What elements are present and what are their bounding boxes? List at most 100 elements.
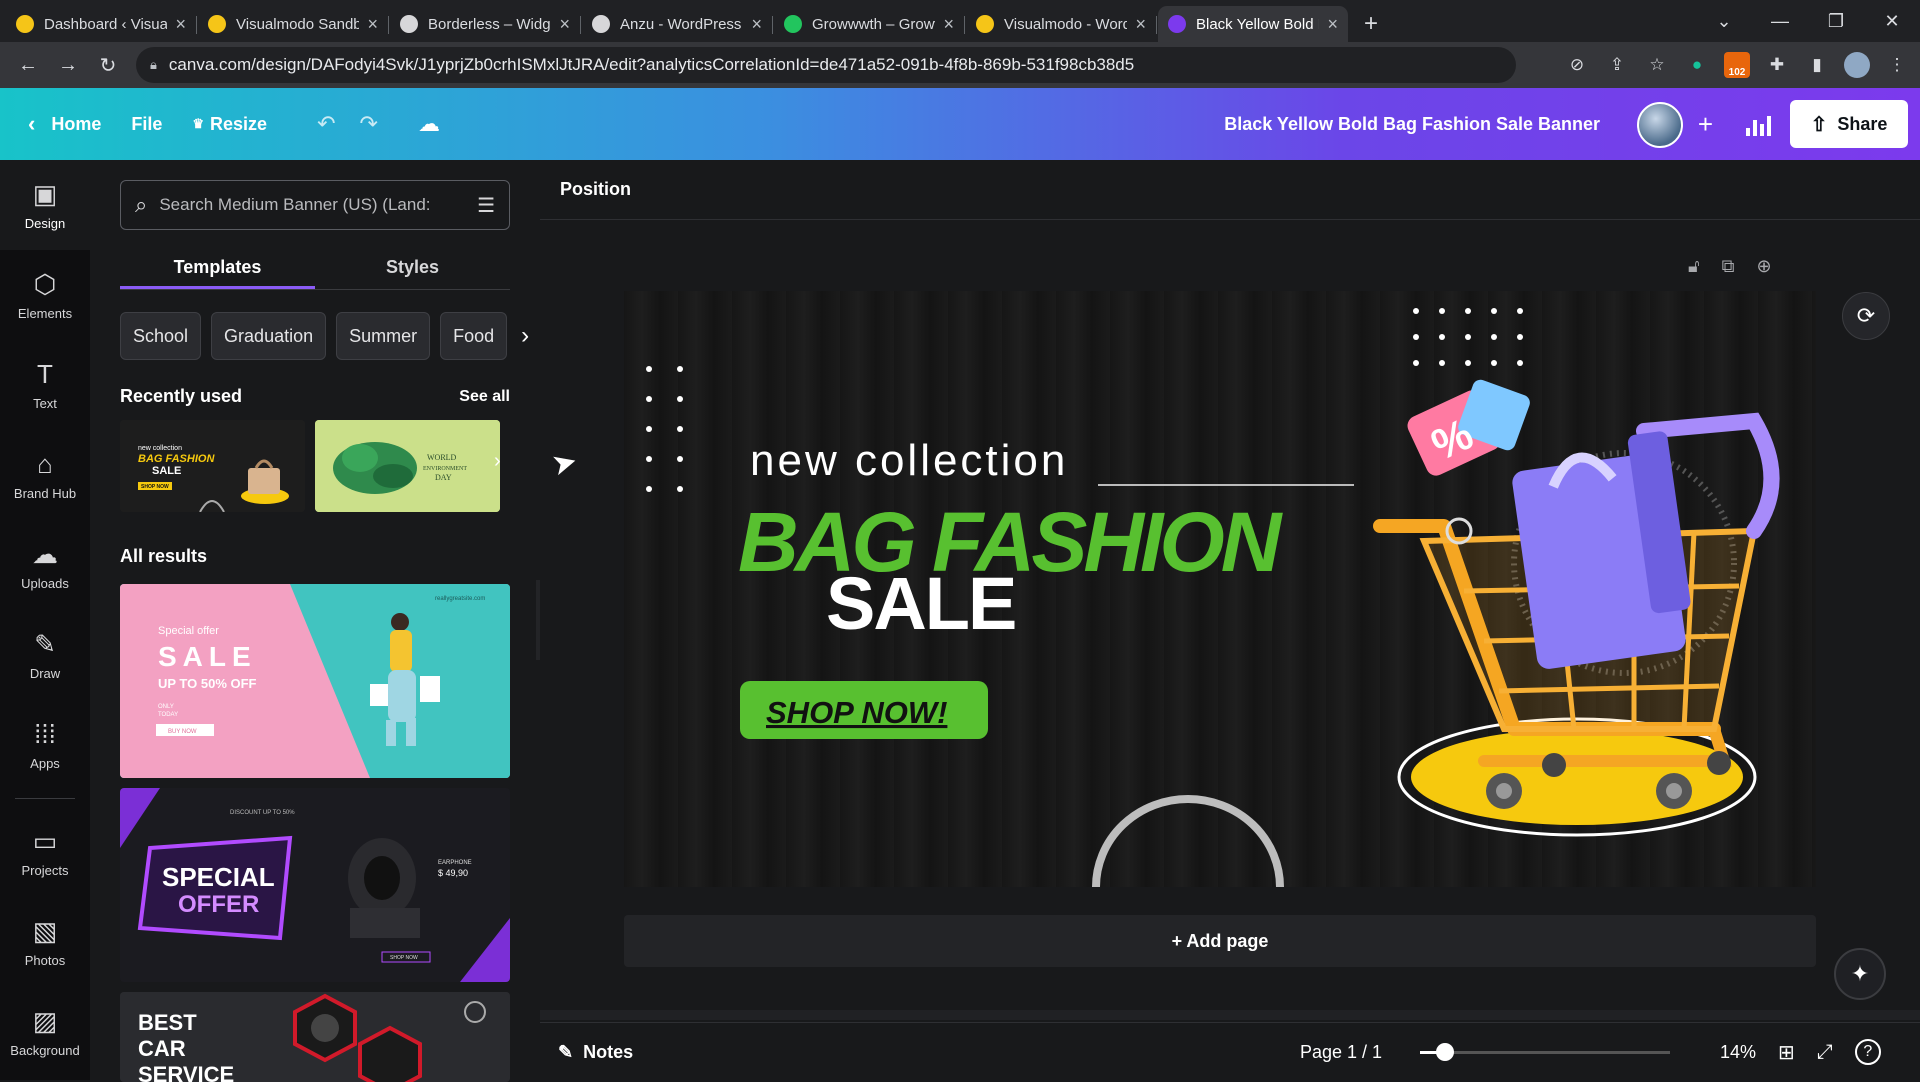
help-icon[interactable]: ? — [1854, 1039, 1881, 1065]
tab-close-icon[interactable]: × — [943, 14, 954, 35]
filter-icon[interactable]: ☰ — [477, 193, 495, 218]
reload-icon[interactable]: ↻ — [88, 53, 128, 78]
chip-food[interactable]: Food — [440, 312, 508, 360]
chip-graduation[interactable]: Graduation — [211, 312, 327, 360]
tab-close-icon[interactable]: × — [751, 14, 762, 35]
profile-icon[interactable] — [1844, 52, 1870, 78]
tab-title: Black Yellow Bold Bag — [1196, 15, 1319, 33]
back-icon[interactable]: ← — [8, 54, 48, 77]
rail-item-brand-hub[interactable]: ⌂ Brand Hub — [0, 430, 90, 520]
home-button[interactable]: ‹ Home — [16, 104, 113, 144]
share-page-icon[interactable]: ⇪ — [1604, 52, 1630, 78]
browser-tab[interactable]: Anzu - WordPress the × — [582, 6, 773, 42]
grid-view-icon[interactable]: ⊞ — [1778, 1040, 1795, 1065]
tpl2-line2: OFFER — [178, 891, 259, 918]
page-indicator[interactable]: Page 1 / 1 — [1300, 1023, 1382, 1081]
tpl1-small1: ONLY — [158, 704, 174, 710]
tab-close-icon[interactable]: × — [175, 14, 186, 35]
banner-cta: SHOP NOW! — [766, 695, 947, 730]
browser-tab[interactable]: Growwwth – Growww × — [774, 6, 965, 42]
chevron-right-icon[interactable]: › — [521, 322, 529, 350]
redo-icon[interactable]: ↷ — [348, 111, 390, 137]
rail-label: Brand Hub — [13, 486, 77, 501]
template-special-offer[interactable]: DISCOUNT UP TO 50% SPECIAL OFFER EARPHON… — [120, 788, 510, 982]
add-page-icon[interactable]: ⊕ — [1757, 256, 1772, 277]
template-car-service[interactable]: BEST CAR SERVICE — [120, 992, 510, 1082]
share-button[interactable]: ⇧ Share — [1790, 100, 1908, 148]
rail-item-draw[interactable]: ✎ Draw — [0, 610, 90, 700]
rail-item-photos[interactable]: ▧ Photos — [0, 897, 90, 987]
side-panel-icon[interactable]: ▮ — [1804, 52, 1830, 78]
tab-styles[interactable]: Styles — [315, 248, 510, 289]
see-all-link[interactable]: See all — [459, 388, 510, 406]
horizontal-scrollbar[interactable] — [540, 1010, 1920, 1020]
rail-label: Background — [10, 1043, 80, 1058]
recent-template-bag-fashion[interactable]: new collection BAG FASHION SALE SHOP NOW — [120, 420, 305, 512]
zoom-slider[interactable] — [1420, 1043, 1670, 1061]
duplicate-page-icon[interactable]: ⧉ — [1722, 256, 1735, 277]
rail-label: Draw — [29, 666, 61, 681]
comment-add-icon[interactable]: ⟳ — [1842, 292, 1890, 340]
new-tab-icon[interactable]: + — [1356, 6, 1386, 42]
visualmodo-icon — [208, 15, 226, 33]
browser-tab[interactable]: Dashboard ‹ Visualmo × — [6, 6, 197, 42]
minimize-icon[interactable]: — — [1752, 11, 1808, 32]
rail-item-uploads[interactable]: ☁ Uploads — [0, 520, 90, 610]
rail-item-design[interactable]: ▣ Design — [0, 160, 90, 250]
add-page-button[interactable]: + Add page — [624, 915, 1816, 967]
chip-school[interactable]: School — [120, 312, 202, 360]
window-controls: ⌄ — ❐ ✕ — [1696, 0, 1920, 42]
avatar[interactable] — [1637, 102, 1683, 148]
extension-badge-icon[interactable]: 102 — [1724, 52, 1750, 78]
tab-close-icon[interactable]: × — [559, 14, 570, 35]
browser-tab[interactable]: Black Yellow Bold Bag × — [1158, 6, 1348, 42]
thumb1-btn: SHOP NOW — [141, 484, 169, 490]
template-sale-pink[interactable]: reallygreatsite.com Special offer SALE U… — [120, 584, 510, 778]
url-bar[interactable]: 🔒︎ canva.com/design/DAFodyi4Svk/J1yprjZb… — [136, 47, 1516, 83]
eye-off-icon[interactable]: ⊘ — [1564, 52, 1590, 78]
undo-icon[interactable]: ↶ — [305, 111, 347, 137]
design-canvas[interactable]: new collection BAG FASHION SALE SHOP NOW… — [624, 291, 1816, 887]
add-collaborator-icon[interactable]: + — [1698, 109, 1713, 140]
discount-tag-illustration: % — [1407, 379, 1530, 545]
rail-item-background[interactable]: ▨ Background — [0, 987, 90, 1077]
resize-button[interactable]: ♛ Resize — [180, 104, 279, 144]
zoom-slider-knob[interactable] — [1436, 1043, 1454, 1061]
rail-item-projects[interactable]: ▭ Projects — [0, 807, 90, 897]
position-button[interactable]: Position — [560, 179, 631, 200]
fullscreen-icon[interactable]: ⤢ — [1817, 1041, 1833, 1064]
url-text[interactable]: canva.com/design/DAFodyi4Svk/J1yprjZb0cr… — [169, 55, 1134, 75]
browser-tab[interactable]: Visualmodo - WordPr × — [966, 6, 1157, 42]
tab-templates[interactable]: Templates — [120, 248, 315, 289]
insights-chart-icon[interactable] — [1736, 102, 1780, 146]
bookmark-star-icon[interactable]: ☆ — [1644, 52, 1670, 78]
cloud-saved-icon[interactable]: ☁ — [406, 111, 452, 137]
browser-tab[interactable]: Visualmodo Sandbox × — [198, 6, 389, 42]
magic-sparkle-icon[interactable]: ✦ — [1834, 948, 1886, 1000]
rail-item-elements[interactable]: ⬡ Elements — [0, 250, 90, 340]
rail-item-apps[interactable]: ⁞⁞⁞ Apps — [0, 700, 90, 790]
tab-close-icon[interactable]: × — [367, 14, 378, 35]
grammarly-icon[interactable]: ● — [1684, 52, 1710, 78]
search-input[interactable] — [159, 195, 466, 215]
tpl2-kicker: DISCOUNT UP TO 50% — [230, 810, 295, 816]
recent-template-environment-day[interactable]: WORLD ENVIRONMENT DAY — [315, 420, 500, 512]
tab-close-icon[interactable]: × — [1135, 14, 1146, 35]
zoom-percentage[interactable]: 14% — [1720, 1023, 1756, 1081]
tab-list-icon[interactable]: ⌄ — [1696, 11, 1752, 32]
recent-next-icon[interactable]: › — [494, 450, 501, 473]
close-window-icon[interactable]: ✕ — [1864, 11, 1920, 32]
notes-button[interactable]: ✎ Notes — [558, 1023, 633, 1081]
file-menu-button[interactable]: File — [119, 104, 174, 144]
tab-close-icon[interactable]: × — [1327, 14, 1338, 35]
menu-dots-icon[interactable]: ⋮ — [1884, 52, 1910, 78]
forward-icon[interactable]: → — [48, 54, 88, 77]
rail-item-text[interactable]: T Text — [0, 340, 90, 430]
design-title[interactable]: Black Yellow Bold Bag Fashion Sale Banne… — [1224, 88, 1600, 160]
restore-icon[interactable]: ❐ — [1808, 11, 1864, 32]
lock-icon[interactable]: 🔒︎ — [150, 57, 157, 73]
puzzle-icon[interactable]: ✚ — [1764, 52, 1790, 78]
browser-tab[interactable]: Borderless – Widgets, × — [390, 6, 581, 42]
lock-page-icon[interactable]: 🔓︎ — [1688, 256, 1700, 277]
chip-summer[interactable]: Summer — [336, 312, 431, 360]
